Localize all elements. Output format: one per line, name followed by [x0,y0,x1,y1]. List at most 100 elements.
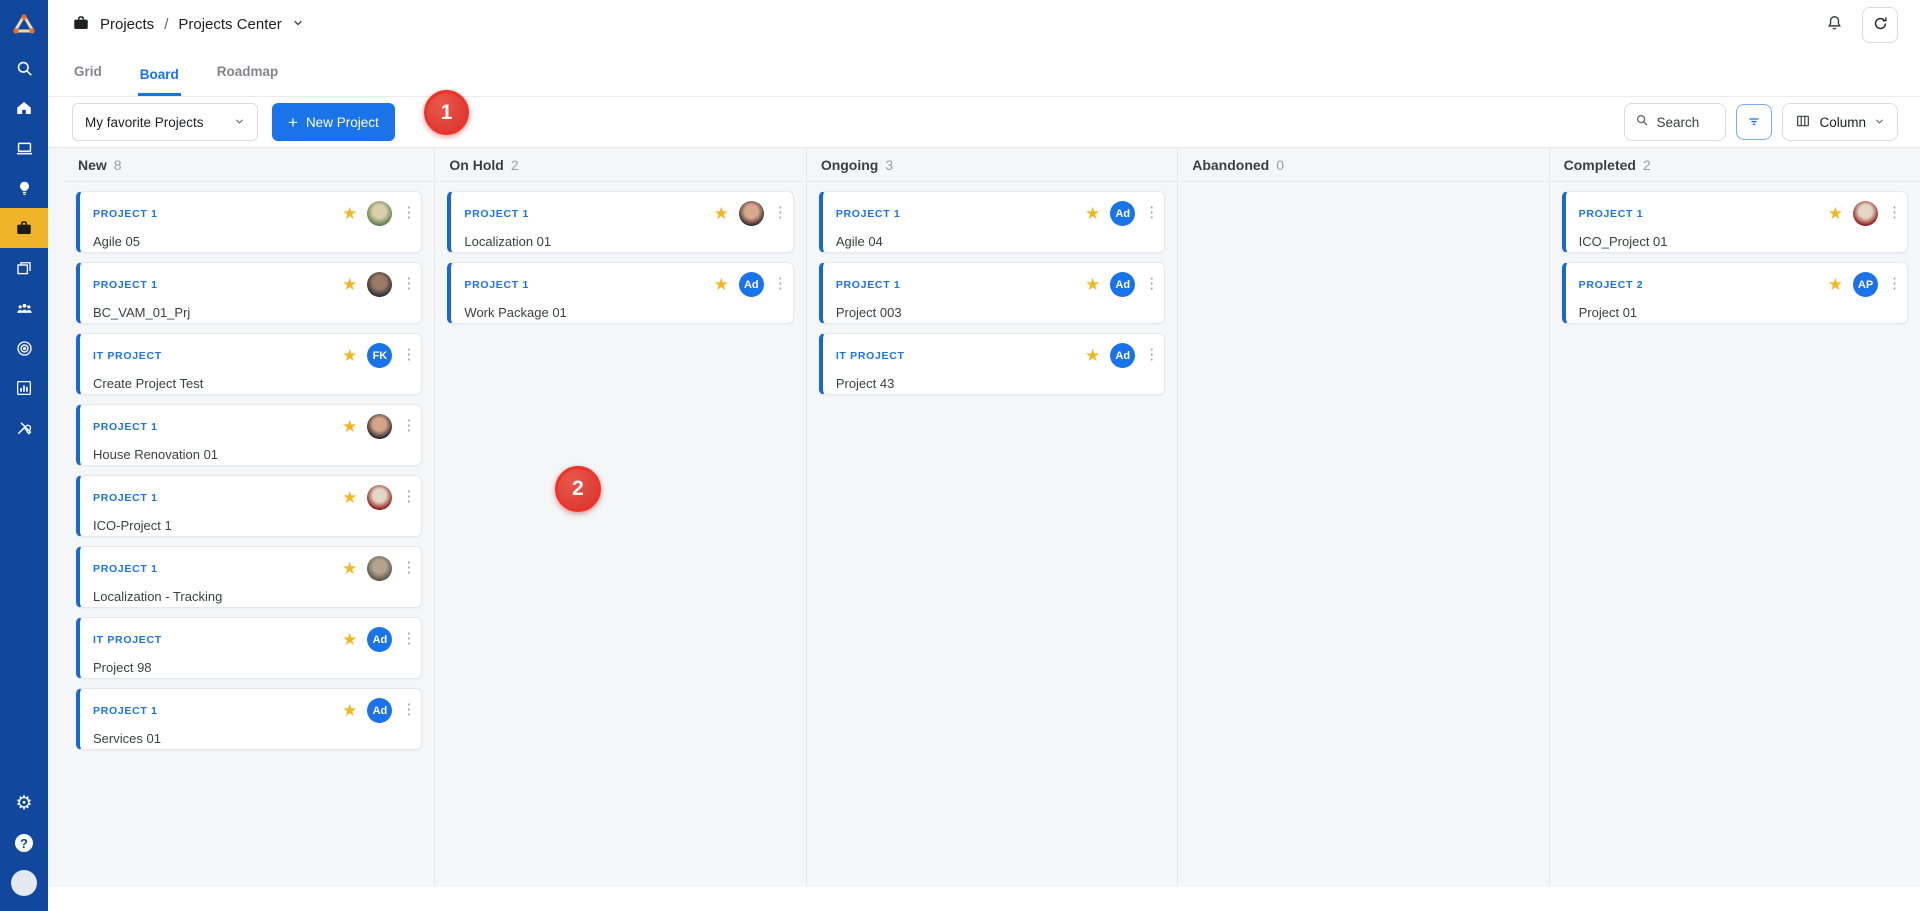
star-icon[interactable]: ★ [1828,205,1843,222]
assignee-avatar[interactable]: Ad [367,627,392,652]
board: New 8 PROJECT 1 ★ ⋮ Agile 05 PROJECT 1 ★… [48,147,1920,887]
assignee-avatar[interactable]: Ad [1110,201,1135,226]
project-card[interactable]: IT PROJECT ★ Ad ⋮ Project 43 [819,333,1165,395]
kebab-menu-icon[interactable]: ⋮ [773,281,783,288]
project-card[interactable]: PROJECT 1 ★ Ad ⋮ Agile 04 [819,191,1165,253]
sidebar-item-goals[interactable] [0,328,48,368]
star-icon[interactable]: ★ [714,205,729,222]
kebab-menu-icon[interactable]: ⋮ [401,281,411,288]
kebab-menu-icon[interactable]: ⋮ [1144,281,1154,288]
star-icon[interactable]: ★ [342,347,357,364]
project-card[interactable]: PROJECT 1 ★ ⋮ ICO-Project 1 [76,475,422,537]
assignee-avatar[interactable] [367,414,392,439]
sidebar-item-admin-tools[interactable] [0,408,48,448]
column-header: New 8 [64,148,434,182]
refresh-button[interactable] [1862,7,1898,43]
project-card[interactable]: PROJECT 1 ★ Ad ⋮ Services 01 [76,688,422,750]
star-icon[interactable]: ★ [714,276,729,293]
sidebar-item-home[interactable] [0,88,48,128]
star-icon[interactable]: ★ [342,631,357,648]
star-icon[interactable]: ★ [1828,276,1843,293]
search-icon [1635,113,1649,132]
kebab-menu-icon[interactable]: ⋮ [1887,210,1897,217]
column-cards: PROJECT 1 ★ Ad ⋮ Agile 04 PROJECT 1 ★ Ad… [807,182,1177,404]
column-header: Completed 2 [1550,148,1920,182]
kebab-menu-icon[interactable]: ⋮ [401,707,411,714]
sidebar-item-projects[interactable] [0,208,48,248]
project-card[interactable]: PROJECT 1 ★ ⋮ Localization - Tracking [76,546,422,608]
star-icon[interactable]: ★ [342,418,357,435]
tab-board[interactable]: Board [138,67,181,96]
assignee-avatar[interactable]: AP [1853,272,1878,297]
project-name: Create Project Test [93,376,411,391]
assignee-avatar[interactable] [367,272,392,297]
sidebar-item-reports[interactable] [0,368,48,408]
project-card[interactable]: IT PROJECT ★ Ad ⋮ Project 98 [76,617,422,679]
kebab-menu-icon[interactable]: ⋮ [1144,352,1154,359]
star-icon[interactable]: ★ [342,560,357,577]
kebab-menu-icon[interactable]: ⋮ [401,636,411,643]
sidebar-item-profile[interactable] [0,863,48,903]
kebab-menu-icon[interactable]: ⋮ [401,210,411,217]
project-card[interactable]: PROJECT 1 ★ Ad ⋮ Work Package 01 [447,262,793,324]
tab-grid[interactable]: Grid [72,64,104,96]
sidebar-item-workspace[interactable] [0,128,48,168]
kebab-menu-icon[interactable]: ⋮ [401,423,411,430]
assignee-avatar[interactable] [367,485,392,510]
sidebar-item-portfolios[interactable] [0,248,48,288]
project-type-label: PROJECT 1 [93,563,342,575]
sidebar-item-teams[interactable] [0,288,48,328]
assignee-avatar[interactable]: Ad [367,698,392,723]
star-icon[interactable]: ★ [1085,347,1100,364]
assignee-avatar[interactable] [367,201,392,226]
horizontal-scrollbar[interactable] [48,887,1920,911]
breadcrumb-section[interactable]: Projects [100,16,154,33]
sidebar-item-settings[interactable]: ⚙ [0,783,48,823]
star-icon[interactable]: ★ [342,205,357,222]
project-filter-select[interactable]: My favorite Projects [72,103,258,141]
notifications-button[interactable] [1825,14,1844,36]
star-icon[interactable]: ★ [342,702,357,719]
kebab-menu-icon[interactable]: ⋮ [401,565,411,572]
column-view-select[interactable]: Column [1782,103,1898,141]
chevron-down-icon[interactable] [292,16,304,33]
project-card[interactable]: PROJECT 1 ★ ⋮ BC_VAM_01_Prj [76,262,422,324]
assignee-avatar[interactable] [739,201,764,226]
breadcrumb-current[interactable]: Projects Center [178,16,281,33]
star-icon[interactable]: ★ [342,489,357,506]
sidebar-item-ideas[interactable] [0,168,48,208]
star-icon[interactable]: ★ [1085,276,1100,293]
project-card[interactable]: PROJECT 1 ★ ⋮ House Renovation 01 [76,404,422,466]
kebab-menu-icon[interactable]: ⋮ [401,352,411,359]
project-card[interactable]: IT PROJECT ★ FK ⋮ Create Project Test [76,333,422,395]
briefcase-icon [15,219,33,237]
kebab-menu-icon[interactable]: ⋮ [401,494,411,501]
app-logo [0,0,48,48]
project-card[interactable]: PROJECT 1 ★ ⋮ Localization 01 [447,191,793,253]
filter-button[interactable] [1736,104,1772,140]
project-card[interactable]: PROJECT 1 ★ ⋮ Agile 05 [76,191,422,253]
search-input[interactable] [1656,115,1716,130]
new-project-button[interactable]: + New Project [272,103,395,141]
assignee-avatar[interactable]: Ad [739,272,764,297]
assignee-avatar[interactable] [367,556,392,581]
kebab-menu-icon[interactable]: ⋮ [773,210,783,217]
assignee-avatar[interactable]: Ad [1110,343,1135,368]
column-count: 0 [1276,157,1284,173]
project-card[interactable]: PROJECT 1 ★ Ad ⋮ Project 003 [819,262,1165,324]
kebab-menu-icon[interactable]: ⋮ [1887,281,1897,288]
tab-roadmap[interactable]: Roadmap [215,64,281,96]
assignee-avatar[interactable] [1853,201,1878,226]
kebab-menu-icon[interactable]: ⋮ [1144,210,1154,217]
sidebar-item-help[interactable]: ? [0,823,48,863]
project-type-label: IT PROJECT [836,350,1085,362]
project-card[interactable]: PROJECT 2 ★ AP ⋮ Project 01 [1562,262,1908,324]
star-icon[interactable]: ★ [1085,205,1100,222]
sidebar-item-search[interactable] [0,48,48,88]
star-icon[interactable]: ★ [342,276,357,293]
project-type-label: PROJECT 1 [836,279,1085,291]
assignee-avatar[interactable]: FK [367,343,392,368]
assignee-avatar[interactable]: Ad [1110,272,1135,297]
search-field[interactable] [1624,103,1726,141]
project-card[interactable]: PROJECT 1 ★ ⋮ ICO_Project 01 [1562,191,1908,253]
